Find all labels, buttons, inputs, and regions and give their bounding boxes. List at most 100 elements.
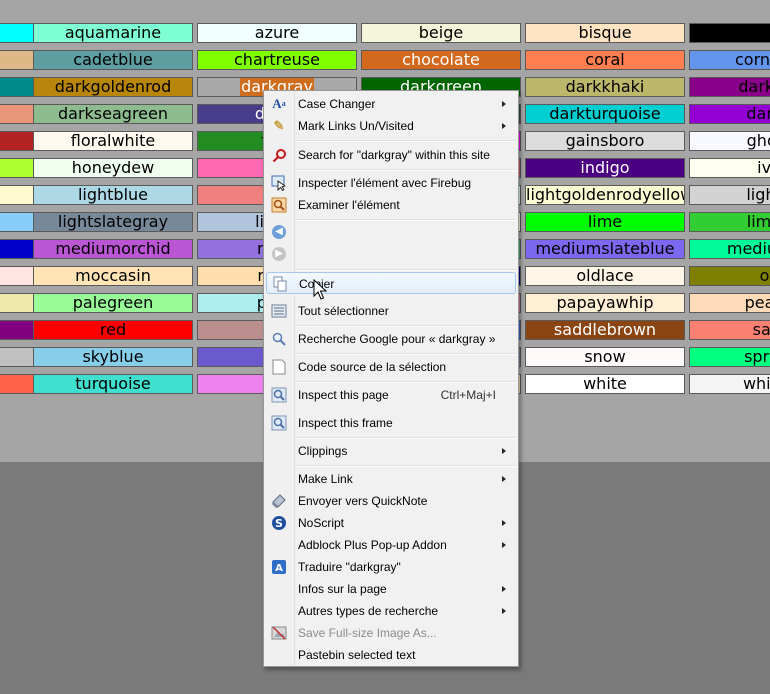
page-source-icon bbox=[271, 359, 287, 375]
color-name: lightgoldenrodyellow bbox=[526, 185, 685, 204]
color-swatch-cell: gainsboro bbox=[525, 131, 685, 151]
submenu-arrow-icon bbox=[502, 586, 506, 592]
menu-item-translate[interactable]: A Traduire "darkgray" bbox=[266, 556, 516, 578]
color-swatch-cell: red bbox=[33, 320, 193, 340]
color-name: papayawhip bbox=[556, 293, 654, 312]
menu-item-clippings[interactable]: Clippings bbox=[266, 440, 516, 462]
menu-item-other-search[interactable]: Autres types de recherche bbox=[266, 600, 516, 622]
menu-item-mark-links[interactable]: ✎ Mark Links Un/Visited bbox=[266, 115, 516, 137]
color-swatch-cell: beige bbox=[361, 23, 521, 43]
color-swatch-cell: moccasin bbox=[33, 266, 193, 286]
menu-item-google-search[interactable]: Recherche Google pour « darkgray » bbox=[266, 328, 516, 350]
color-swatch-cell: mediumsp bbox=[689, 239, 770, 259]
color-name: lightslategray bbox=[57, 212, 169, 231]
menu-item-select-all[interactable]: Tout sélectionner bbox=[266, 300, 516, 322]
color-name: darkv bbox=[746, 104, 770, 123]
menu-item-copy[interactable]: Copier bbox=[266, 272, 516, 294]
color-name: darkturquoise bbox=[549, 104, 661, 123]
menu-separator bbox=[296, 465, 516, 467]
menu-item-inspect-page[interactable]: Inspect this page Ctrl+Maj+I bbox=[266, 384, 516, 406]
pencil-icon: ✎ bbox=[273, 118, 285, 133]
color-name: bisque bbox=[578, 23, 632, 42]
save-image-icon bbox=[271, 625, 287, 641]
context-menu: Aa Case Changer ✎ Mark Links Un/Visited … bbox=[263, 90, 519, 667]
color-swatch-cell: chartreuse bbox=[197, 50, 357, 70]
menu-item-quicknote[interactable]: Envoyer vers QuickNote bbox=[266, 490, 516, 512]
svg-text:S: S bbox=[275, 517, 283, 530]
color-name: saddlebrown bbox=[553, 320, 657, 339]
color-name: red bbox=[99, 320, 127, 339]
forward-arrow-icon[interactable]: ▶ bbox=[272, 247, 286, 261]
color-name: gainsboro bbox=[565, 131, 645, 150]
menu-item-label: Infos sur la page bbox=[298, 582, 387, 596]
menu-item-label: Envoyer vers QuickNote bbox=[298, 494, 428, 508]
select-all-icon bbox=[271, 303, 287, 319]
color-swatch-cell: whites bbox=[689, 374, 770, 394]
color-swatch-cell: lightslategray bbox=[33, 212, 193, 232]
color-swatch-cell: snow bbox=[525, 347, 685, 367]
color-swatch-cell: coral bbox=[525, 50, 685, 70]
menu-item-search-site[interactable]: Search for "darkgray" within this site bbox=[266, 144, 516, 166]
color-swatch-cell: lightblue bbox=[33, 185, 193, 205]
menu-item-label: Examiner l'élément bbox=[298, 198, 400, 212]
menu-item-adblock-plus[interactable]: Adblock Plus Pop-up Addon bbox=[266, 534, 516, 556]
color-swatch-cell: skyblue bbox=[33, 347, 193, 367]
translate-icon: A bbox=[271, 559, 287, 575]
color-name: mediumsp bbox=[726, 239, 770, 258]
color-name: palegreen bbox=[72, 293, 154, 312]
submenu-arrow-icon bbox=[502, 608, 506, 614]
inspect-frame-icon bbox=[271, 415, 287, 431]
color-name: floralwhite bbox=[70, 131, 156, 150]
menu-item-pastebin[interactable]: Pastebin selected text bbox=[266, 644, 516, 666]
color-name: ivo bbox=[757, 158, 770, 177]
firebug-inspect-icon bbox=[271, 175, 287, 191]
color-name: moccasin bbox=[75, 266, 151, 285]
magnifier-icon bbox=[271, 147, 287, 163]
color-name: darkgoldenrod bbox=[54, 77, 172, 96]
color-swatch-cell: limeg bbox=[689, 212, 770, 232]
color-name: lightblue bbox=[77, 185, 149, 204]
color-swatch-cell: cadetblue bbox=[33, 50, 193, 70]
color-swatch-cell: floralwhite bbox=[33, 131, 193, 151]
color-swatch-cell: darkv bbox=[689, 104, 770, 124]
color-swatch-cell: oldlace bbox=[525, 266, 685, 286]
menu-separator bbox=[296, 325, 516, 327]
svg-text:A: A bbox=[275, 563, 283, 574]
menu-item-label: Inspect this frame bbox=[298, 416, 393, 430]
color-name: turquoise bbox=[75, 374, 151, 393]
menu-item-label: Case Changer bbox=[298, 97, 376, 111]
menu-item-case-changer[interactable]: Aa Case Changer bbox=[266, 93, 516, 115]
menu-item-label: Inspecter l'élément avec Firebug bbox=[298, 176, 472, 190]
color-swatch-cell: papayawhip bbox=[525, 293, 685, 313]
color-swatch-cell: mediumorchid bbox=[33, 239, 193, 259]
color-swatch-cell: lightgoldenrodyellow bbox=[525, 185, 685, 205]
menu-item-firebug-inspect[interactable]: Inspecter l'élément avec Firebug bbox=[266, 172, 516, 194]
color-swatch-cell: palegreen bbox=[33, 293, 193, 313]
shortcut-label: Ctrl+Maj+I bbox=[440, 388, 496, 402]
color-swatch-cell: saddlebrown bbox=[525, 320, 685, 340]
menu-item-make-link[interactable]: Make Link bbox=[266, 468, 516, 490]
menu-item-label: Search for "darkgray" within this site bbox=[298, 148, 490, 162]
menu-item-label: Tout sélectionner bbox=[298, 304, 389, 318]
back-arrow-icon[interactable]: ◀ bbox=[272, 225, 286, 239]
color-swatch-cell: saln bbox=[689, 320, 770, 340]
inspect-page-icon bbox=[271, 387, 287, 403]
color-name: mediumorchid bbox=[55, 239, 171, 258]
menu-item-page-info[interactable]: Infos sur la page bbox=[266, 578, 516, 600]
color-name: honeydew bbox=[71, 158, 155, 177]
color-swatch-cell: honeydew bbox=[33, 158, 193, 178]
menu-item-examine-element[interactable]: Examiner l'élément bbox=[266, 194, 516, 216]
submenu-arrow-icon bbox=[502, 123, 506, 129]
menu-separator bbox=[296, 437, 516, 439]
menu-item-view-selection-source[interactable]: Code source de la sélection bbox=[266, 356, 516, 378]
menu-item-inspect-frame[interactable]: Inspect this frame bbox=[266, 412, 516, 434]
menu-item-label: Adblock Plus Pop-up Addon bbox=[298, 538, 447, 552]
menu-item-label: Traduire "darkgray" bbox=[298, 560, 401, 574]
menu-item-noscript[interactable]: S NoScript bbox=[266, 512, 516, 534]
color-name: mediumslateblue bbox=[535, 239, 675, 258]
color-swatch-cell: darkgoldenrod bbox=[33, 77, 193, 97]
color-swatch-cell: ghost bbox=[689, 131, 770, 151]
menu-item-label: Clippings bbox=[298, 444, 348, 458]
color-name: indigo bbox=[580, 158, 630, 177]
color-swatch-cell: spring bbox=[689, 347, 770, 367]
